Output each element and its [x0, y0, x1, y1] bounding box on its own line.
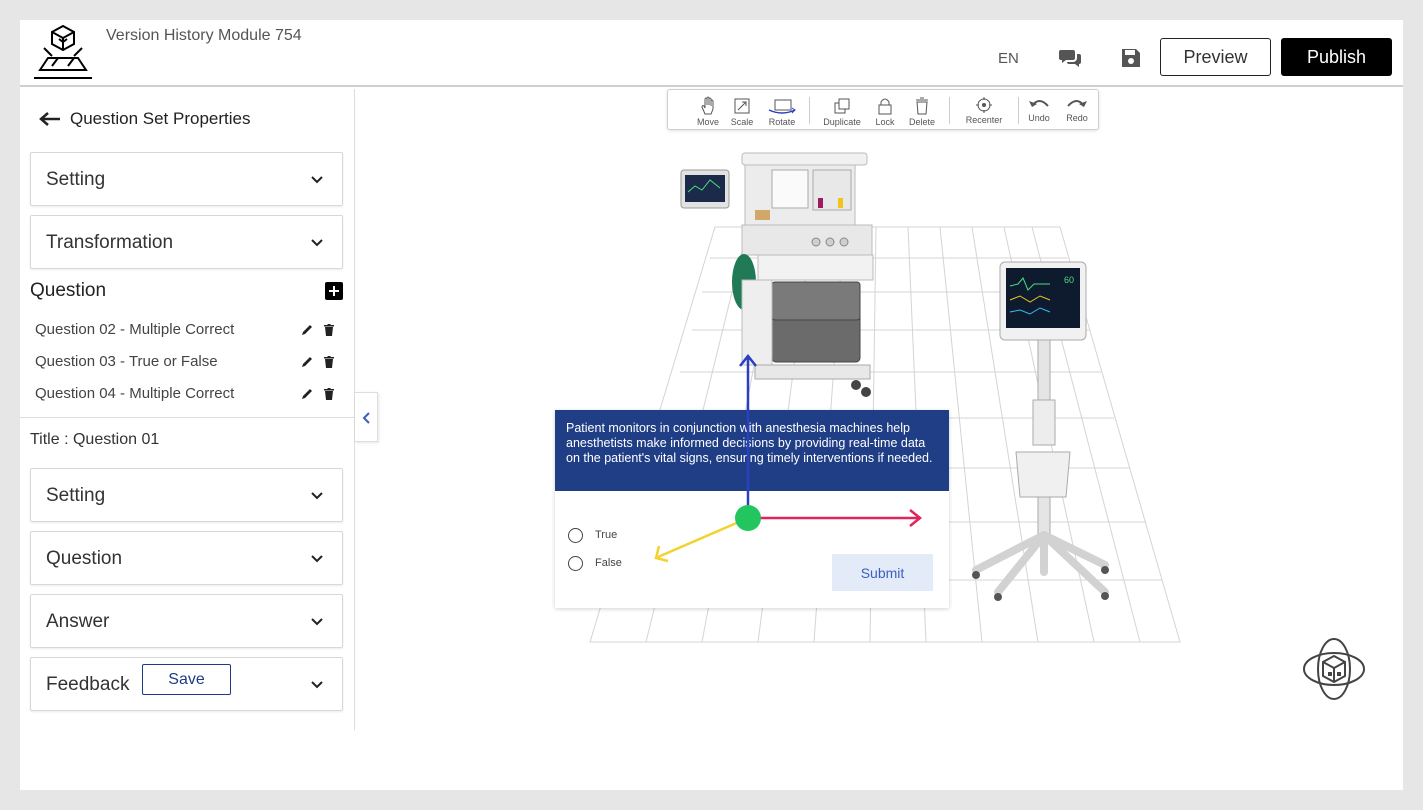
rotate-icon — [768, 99, 796, 114]
chevron-down-icon — [311, 618, 323, 626]
accordion-item-answer[interactable]: Answer — [30, 594, 343, 648]
tool-duplicate[interactable]: Duplicate — [818, 96, 866, 129]
tool-recenter[interactable]: Recenter — [963, 96, 1005, 129]
tool-undo[interactable]: Undo — [1024, 96, 1054, 129]
hand-icon — [701, 96, 714, 115]
arrow-left-icon — [39, 112, 60, 126]
radio-button[interactable] — [568, 527, 583, 543]
question-heading: Question — [30, 280, 107, 301]
add-question-icon[interactable] — [325, 282, 343, 300]
tool-label: Redo — [1066, 113, 1088, 123]
question-list-item[interactable]: Question 02 - Multiple Correct — [35, 321, 340, 341]
duplicate-icon — [834, 98, 850, 114]
edit-icon[interactable] — [300, 323, 314, 337]
radio-button[interactable] — [568, 555, 583, 571]
preview-button[interactable]: Preview — [1160, 38, 1271, 76]
redo-icon — [1067, 100, 1087, 107]
publish-button[interactable]: Publish — [1281, 38, 1392, 76]
properties-sidebar: Question Set Properties Setting Transfor… — [20, 89, 355, 730]
question-item-label: Question 02 - Multiple Correct — [35, 321, 235, 338]
anesthesia-machine-model[interactable] — [680, 152, 874, 397]
back-button[interactable]: Question Set Properties — [38, 107, 250, 131]
question-item-label: Question 04 - Multiple Correct — [35, 385, 235, 402]
tool-label: Undo — [1028, 113, 1050, 123]
monitor-reading: 60 — [1064, 275, 1074, 285]
chevron-down-icon — [311, 176, 323, 184]
question-list-item[interactable]: Question 03 - True or False — [35, 353, 340, 373]
chat-icon[interactable] — [1058, 47, 1082, 69]
quiz-panel: Patient monitors in conjunction with ane… — [555, 410, 949, 608]
trash-icon[interactable] — [322, 355, 336, 369]
tool-label: Move — [696, 117, 719, 127]
tool-label: Delete — [908, 117, 935, 127]
accordion-label: Answer — [46, 611, 110, 632]
chevron-left-icon — [362, 412, 370, 424]
question-list-item[interactable]: Question 04 - Multiple Correct — [35, 385, 340, 405]
tool-redo[interactable]: Redo — [1062, 96, 1092, 129]
toolbar-separator — [949, 97, 950, 124]
tool-delete[interactable]: Delete — [906, 96, 938, 129]
tool-label: Scale — [730, 117, 754, 127]
trash-icon[interactable] — [322, 323, 336, 337]
tool-label: Recenter — [965, 115, 1003, 125]
accordion-label: Transformation — [46, 232, 174, 253]
collapse-sidebar-button[interactable] — [355, 392, 378, 442]
header: Version History Module 754 EN Preview Pu… — [20, 20, 1403, 87]
tool-label: Lock — [875, 117, 895, 127]
scale-icon — [734, 98, 750, 114]
tool-label: Duplicate — [823, 117, 861, 127]
submit-button[interactable]: Submit — [832, 554, 933, 591]
tool-scale[interactable]: Scale — [726, 96, 758, 129]
save-button[interactable]: Save — [142, 664, 231, 695]
trash-icon[interactable] — [322, 387, 336, 401]
option-label: False — [595, 557, 622, 569]
logo-icon — [34, 24, 92, 79]
edit-icon[interactable] — [300, 355, 314, 369]
accordion-item-question[interactable]: Question — [30, 531, 343, 585]
accordion-label: Setting — [46, 169, 106, 190]
accordion-transformation[interactable]: Transformation — [30, 215, 343, 269]
accordion-label: Feedback — [46, 674, 130, 695]
language-selector[interactable]: EN — [998, 50, 1019, 67]
chevron-down-icon — [311, 492, 323, 500]
undo-icon — [1029, 100, 1049, 107]
patient-monitor-model[interactable]: 60 — [972, 261, 1109, 601]
tool-move[interactable]: Move — [692, 96, 724, 129]
tool-lock[interactable]: Lock — [870, 96, 900, 129]
trash-icon — [916, 97, 928, 115]
edit-icon[interactable] — [300, 387, 314, 401]
tool-label: Rotate — [768, 117, 796, 127]
lock-icon — [878, 98, 892, 115]
app-frame: Version History Module 754 EN Preview Pu… — [20, 20, 1403, 790]
toolbar-separator — [809, 97, 810, 124]
toolbar-separator — [1018, 97, 1019, 124]
app-title: Version History Module 754 — [106, 27, 302, 44]
option-label: True — [595, 529, 618, 541]
tool-rotate[interactable]: Rotate — [762, 96, 802, 129]
back-label: Question Set Properties — [70, 109, 251, 128]
chevron-down-icon — [311, 239, 323, 247]
question-title-label: Title : Question 01 — [30, 431, 160, 448]
divider — [20, 417, 355, 418]
transform-toolbar: Move Scale Rotate Duplicate Lock Delete … — [667, 89, 1099, 130]
view-cube-icon[interactable] — [1301, 636, 1367, 702]
quiz-option-true[interactable]: True — [568, 527, 617, 543]
save-icon[interactable] — [1120, 47, 1142, 69]
recenter-icon — [976, 97, 992, 113]
accordion-label: Question — [46, 548, 123, 569]
quiz-question-text: Patient monitors in conjunction with ane… — [555, 410, 949, 491]
chevron-down-icon — [311, 681, 323, 689]
accordion-item-setting[interactable]: Setting — [30, 468, 343, 522]
quiz-option-false[interactable]: False — [568, 555, 622, 571]
accordion-label: Setting — [46, 485, 106, 506]
accordion-setting[interactable]: Setting — [30, 152, 343, 206]
chevron-down-icon — [311, 555, 323, 563]
question-item-label: Question 03 - True or False — [35, 353, 218, 370]
